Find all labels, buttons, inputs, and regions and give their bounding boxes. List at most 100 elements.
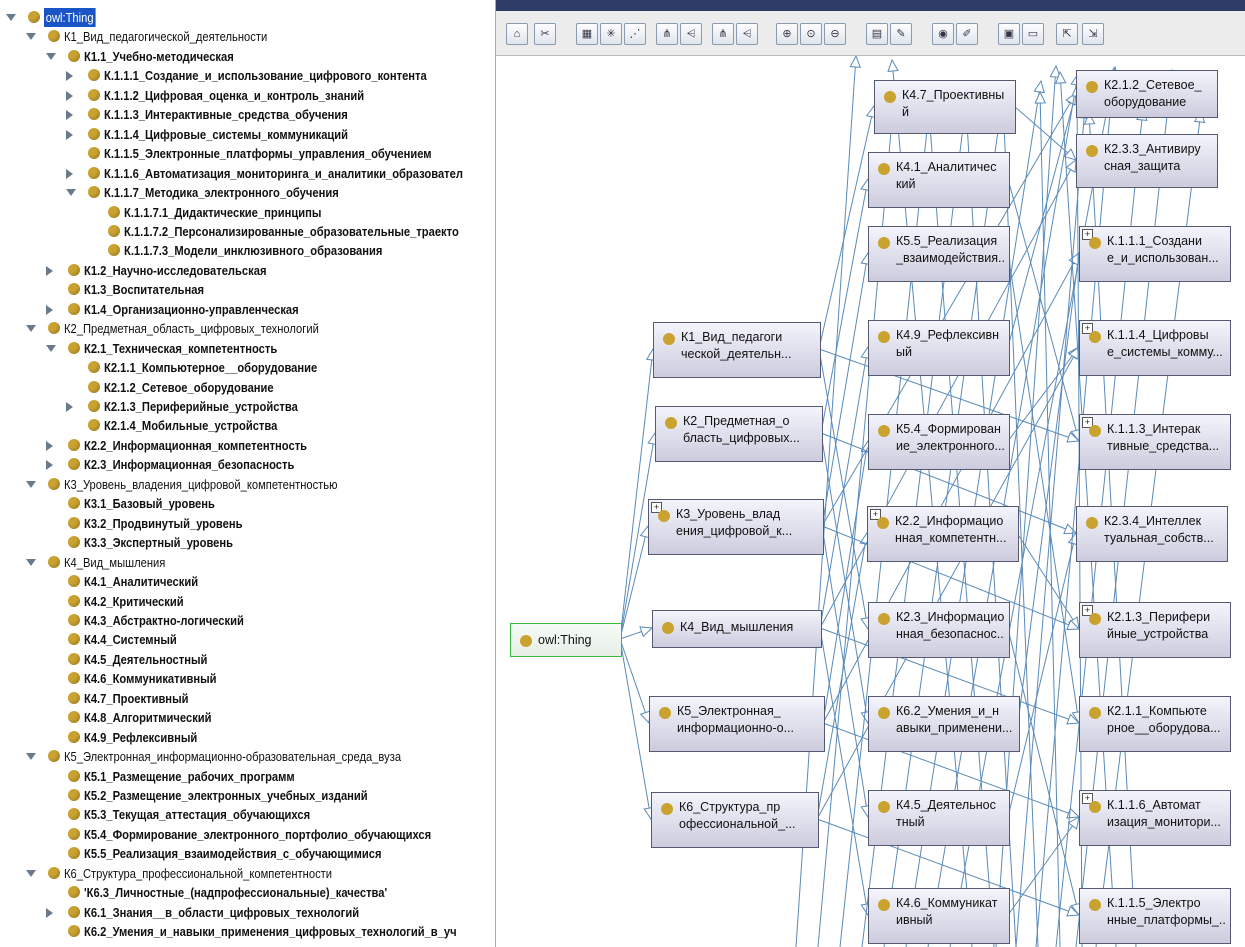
- tree-node[interactable]: К2.1.1_Компьютерное__оборудование: [0, 358, 488, 377]
- graph-node[interactable]: + К.1.1.1_Создани е_и_использован...: [1079, 226, 1231, 282]
- tree-node[interactable]: К5.3_Текущая_аттестация_обучающихся: [0, 805, 488, 824]
- graph-node[interactable]: К.1.1.5_Электро нные_платформы_...: [1079, 888, 1231, 944]
- tree-node[interactable]: К4.3_Абстрактно-логический: [0, 611, 488, 630]
- home-icon[interactable]: ⌂: [506, 23, 528, 45]
- tree-node[interactable]: К.1.1.6_Автоматизация_мониторинга_и_анал…: [0, 164, 488, 183]
- tree-node[interactable]: К.1.1.7.3_Модели_инклюзивного_образовани…: [0, 241, 488, 260]
- tree-node[interactable]: К2.3_Информационная_безопасность: [0, 455, 488, 474]
- zoom-fit-icon[interactable]: ⊙: [800, 23, 822, 45]
- tree-down-icon[interactable]: ⋔: [712, 23, 734, 45]
- tree-node[interactable]: К6_Структура_профессиональной_компетентн…: [0, 864, 488, 883]
- expanded-toggle-icon[interactable]: [46, 52, 56, 60]
- tree-node[interactable]: К4.2_Критический: [0, 592, 488, 611]
- collapsed-toggle-icon[interactable]: [46, 440, 53, 451]
- tree-node[interactable]: К.1.1.7_Методика_электронного_обучения: [0, 183, 488, 202]
- edit-tree-icon[interactable]: ✎: [890, 23, 912, 45]
- asterisk-icon[interactable]: ✳: [600, 23, 622, 45]
- tree-node[interactable]: К3.2_Продвинутый_уровень: [0, 514, 488, 533]
- import-icon[interactable]: ⇲: [1082, 23, 1104, 45]
- graph-node[interactable]: + К.1.1.4_Цифровы е_системы_комму...: [1079, 320, 1231, 376]
- graph-node[interactable]: К1_Вид_педагоги ческой_деятельн...: [653, 322, 821, 378]
- tree-left-icon[interactable]: ⩤: [680, 23, 702, 45]
- tree-node[interactable]: К1.2_Научно-исследовательская: [0, 261, 488, 280]
- graph-node[interactable]: + К3_Уровень_влад ения_цифровой_к...: [648, 499, 824, 555]
- graph-node[interactable]: К5.5_Реализация _взаимодействия...: [868, 226, 1010, 282]
- expanded-toggle-icon[interactable]: [26, 33, 36, 41]
- collapsed-toggle-icon[interactable]: [66, 402, 73, 412]
- open-icon[interactable]: ▭: [1022, 23, 1044, 45]
- graph-node[interactable]: К2.1.2_Сетевое_ оборудование: [1076, 70, 1218, 118]
- tree-node[interactable]: К3.1_Базовый_уровень: [0, 494, 488, 513]
- tree-node[interactable]: К1.1_Учебно-методическая: [0, 47, 488, 66]
- graph-canvas[interactable]: owl:Thing К1_Вид_педагоги ческой_деятельн…: [496, 56, 1245, 947]
- expanded-toggle-icon[interactable]: [6, 14, 16, 21]
- tree-node[interactable]: К2.1.3_Периферийные_устройства: [0, 397, 488, 416]
- tree-node[interactable]: К6.1_Знания__в_области_цифровых_технолог…: [0, 903, 488, 922]
- tree-node[interactable]: К5.2_Размещение_электронных_учебных_изда…: [0, 786, 488, 805]
- graph-node[interactable]: К4.5_Деятельнос тный: [868, 790, 1010, 846]
- expanded-toggle-icon[interactable]: [66, 189, 76, 197]
- graph-node[interactable]: + К2.2_Информацио нная_компетентн...: [867, 506, 1019, 562]
- expanded-toggle-icon[interactable]: [26, 325, 36, 333]
- graph-node[interactable]: К4.6_Коммуникат ивный: [868, 888, 1010, 944]
- tree-node[interactable]: owl:Thing: [0, 8, 488, 27]
- tree-node[interactable]: К5_Электронная_информационно-образовател…: [0, 747, 488, 766]
- graph-node[interactable]: owl:Thing: [510, 623, 622, 657]
- collapsed-toggle-icon[interactable]: [66, 168, 73, 179]
- camera-icon[interactable]: ◉: [932, 23, 954, 45]
- tree-node[interactable]: К4.4_Системный: [0, 630, 488, 649]
- tree-node[interactable]: К5.4_Формирование_электронного_портфолио…: [0, 825, 488, 844]
- tree-node[interactable]: К.1.1.7.2_Персонализированные_образовате…: [0, 222, 488, 241]
- tree-node[interactable]: 'К6.3_Личностные_(надпрофессиональные)_к…: [0, 883, 488, 902]
- edit-icon[interactable]: ✐: [956, 23, 978, 45]
- scatter-icon[interactable]: ⋰: [624, 23, 646, 45]
- graph-node[interactable]: К4.7_Проективны й: [874, 80, 1016, 134]
- cut-icon[interactable]: ✂: [534, 23, 556, 45]
- tree-node[interactable]: К5.5_Реализация_взаимодействия_с_обучающ…: [0, 844, 488, 863]
- graph-node[interactable]: К2.3_Информацио нная_безопаснос...: [868, 602, 1010, 658]
- tree-node[interactable]: К1.4_Организационно-управленческая: [0, 300, 488, 319]
- expanded-toggle-icon[interactable]: [26, 480, 36, 488]
- tree-node[interactable]: К3.3_Экспертный_уровень: [0, 533, 488, 552]
- graph-node[interactable]: К4_Вид_мышления: [652, 610, 822, 648]
- tree-node[interactable]: К5.1_Размещение_рабочих_программ: [0, 767, 488, 786]
- tree-node[interactable]: К4.6_Коммуникативный: [0, 669, 488, 688]
- zoom-in-icon[interactable]: ⊕: [776, 23, 798, 45]
- tree-node[interactable]: К6.2_Умения_и_навыки_применения_цифровых…: [0, 922, 488, 941]
- tree-node[interactable]: К2.2_Информационная_компетентность: [0, 436, 488, 455]
- tree-node[interactable]: К1_Вид_педагогической_деятельности: [0, 27, 488, 46]
- zoom-out-icon[interactable]: ⊖: [824, 23, 846, 45]
- tree-node[interactable]: К.1.1.2_Цифровая_оценка_и_контроль_знани…: [0, 86, 488, 105]
- collapsed-toggle-icon[interactable]: [66, 110, 73, 121]
- collapsed-toggle-icon[interactable]: [46, 265, 53, 276]
- graph-node[interactable]: + К2.1.3_Перифери йные_устройства: [1079, 602, 1231, 658]
- tree-node[interactable]: К1.3_Воспитательная: [0, 280, 488, 299]
- expanded-toggle-icon[interactable]: [26, 753, 36, 761]
- expanded-toggle-icon[interactable]: [26, 558, 36, 566]
- save-tree-icon[interactable]: ▤: [866, 23, 888, 45]
- tree-node[interactable]: К2.1.2_Сетевое_оборудование: [0, 378, 488, 397]
- tree-node[interactable]: К3_Уровень_владения_цифровой_компетентно…: [0, 475, 488, 494]
- graph-node[interactable]: К6_Структура_пр офессиональной_...: [651, 792, 819, 848]
- collapsed-toggle-icon[interactable]: [66, 129, 73, 140]
- graph-node[interactable]: К2_Предметная_о бласть_цифровых...: [655, 406, 823, 462]
- graph-node[interactable]: К2.3.4_Интеллек туальная_собств...: [1076, 506, 1228, 562]
- tree-down-icon[interactable]: ⋔: [656, 23, 678, 45]
- save-icon[interactable]: ▣: [998, 23, 1020, 45]
- tree-node[interactable]: К4_Вид_мышления: [0, 553, 488, 572]
- graph-node[interactable]: + К.1.1.3_Интерак тивные_средства...: [1079, 414, 1231, 470]
- collapsed-toggle-icon[interactable]: [66, 90, 73, 101]
- tree-node[interactable]: К4.5_Деятельностный: [0, 650, 488, 669]
- expanded-toggle-icon[interactable]: [46, 344, 56, 352]
- tree-node[interactable]: К.1.1.1_Создание_и_использование_цифрово…: [0, 66, 488, 85]
- graph-node[interactable]: К6.2_Умения_и_н авыки_применени...: [868, 696, 1020, 752]
- collapsed-toggle-icon[interactable]: [46, 304, 53, 315]
- expanded-toggle-icon[interactable]: [26, 869, 36, 877]
- tree-node[interactable]: К.1.1.3_Интерактивные_средства_обучения: [0, 105, 488, 124]
- tree-node[interactable]: К2_Предметная_область_цифровых_технологи…: [0, 319, 488, 338]
- graph-node[interactable]: К4.9_Рефлексивн ый: [868, 320, 1010, 376]
- collapsed-toggle-icon[interactable]: [66, 71, 73, 82]
- tree-node[interactable]: К4.7_Проективный: [0, 689, 488, 708]
- tree-node[interactable]: К4.9_Рефлексивный: [0, 728, 488, 747]
- tree-node[interactable]: К4.8_Алгоритмический: [0, 708, 488, 727]
